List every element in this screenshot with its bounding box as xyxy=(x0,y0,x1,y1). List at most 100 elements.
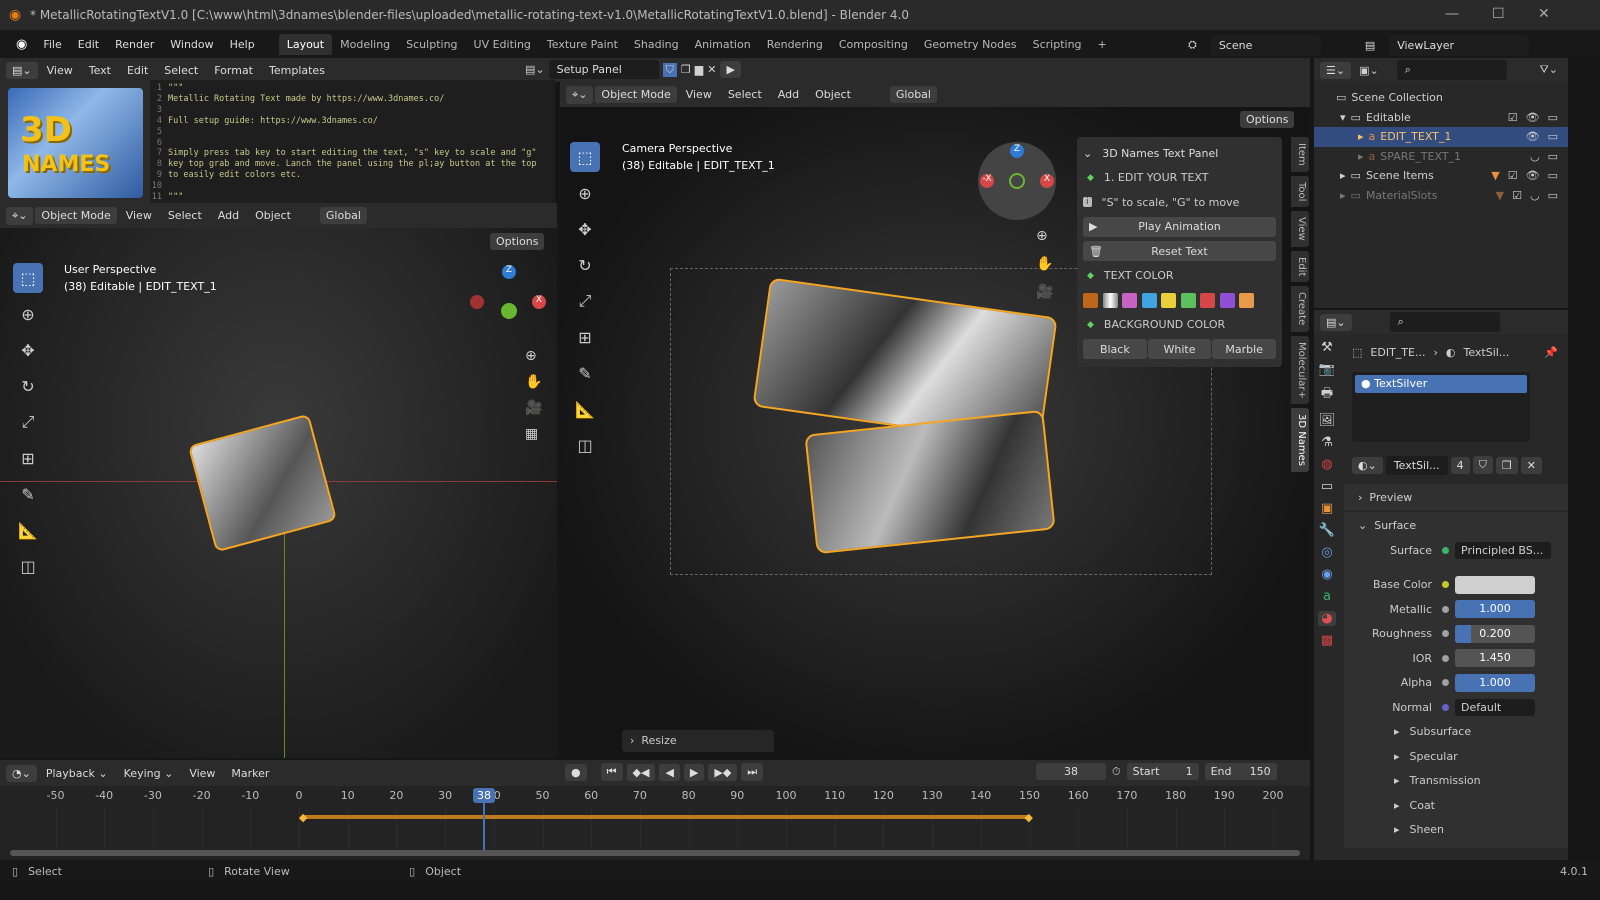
transform-tool[interactable]: ⊞ xyxy=(13,443,43,473)
text-line[interactable]: 7 Simply press tab key to start editing t… xyxy=(150,148,555,159)
camera-view-icon[interactable]: 🎥 xyxy=(1036,284,1053,300)
text-object-selected[interactable] xyxy=(187,413,338,553)
color-swatch[interactable] xyxy=(1083,292,1098,308)
vp-menu-object[interactable]: Object xyxy=(248,206,298,225)
browse-material-button[interactable]: ◐⌄ xyxy=(1352,456,1383,474)
rotate-tool[interactable]: ↻ xyxy=(13,371,43,401)
tab-molecular[interactable]: Molecular+ xyxy=(1291,335,1309,405)
zoom-icon[interactable]: ⊕ xyxy=(1036,228,1053,244)
mode-selector[interactable]: Object Mode xyxy=(595,86,677,103)
tab-rendering[interactable]: Rendering xyxy=(759,34,831,55)
navigation-gizmo[interactable]: Z X xyxy=(470,263,550,343)
monitor-icon[interactable]: ▭ xyxy=(1548,169,1558,182)
run-script-button[interactable]: ▶ xyxy=(720,61,741,78)
data-tab-icon[interactable]: a xyxy=(1323,589,1331,604)
material-slots-list[interactable]: ● TextSilver xyxy=(1352,372,1530,442)
text-menu-text[interactable]: Text xyxy=(82,61,118,80)
scale-tool[interactable]: ⤢ xyxy=(13,407,43,437)
material-name-field[interactable]: TextSil... xyxy=(1385,455,1448,475)
text-line[interactable]: 3 xyxy=(150,105,555,116)
add-workspace-button[interactable]: + xyxy=(1090,34,1115,55)
eye-closed-icon[interactable]: ◡ xyxy=(1530,189,1540,202)
material-slot-selected[interactable]: ● TextSilver xyxy=(1355,375,1527,393)
select-box-tool[interactable]: ⬚ xyxy=(570,142,600,172)
fake-user-icon[interactable]: ⛉ xyxy=(662,62,677,77)
tab-scripting[interactable]: Scripting xyxy=(1025,34,1090,55)
monitor-icon[interactable]: ▭ xyxy=(1548,130,1558,143)
menu-window[interactable]: Window xyxy=(162,34,221,55)
bg-black-button[interactable]: Black xyxy=(1083,339,1147,360)
tab-layout[interactable]: Layout xyxy=(278,33,333,55)
grid-ortho-icon[interactable]: ▦ xyxy=(525,426,542,442)
add-cube-tool[interactable]: ◫ xyxy=(570,430,600,460)
checkbox-icon[interactable]: ☑ xyxy=(1508,111,1518,124)
mode-selector[interactable]: Object Mode xyxy=(35,207,117,224)
text-editor-content[interactable]: 1 """ 2 Metallic Rotating Text made by http… xyxy=(150,80,555,203)
metallic-slider[interactable]: 1.000 xyxy=(1455,600,1535,619)
vp-menu-select[interactable]: Select xyxy=(161,206,209,225)
new-text-icon[interactable]: ❐ xyxy=(681,63,691,76)
object-tab-icon[interactable]: ▣ xyxy=(1321,501,1333,516)
user-perspective-viewport[interactable]: ⌖⌄ Object Mode View Select Add Object Gl… xyxy=(0,203,557,758)
text-line[interactable]: 11 """ xyxy=(150,192,555,203)
add-cube-tool[interactable]: ◫ xyxy=(13,551,43,581)
outliner-item-selected[interactable]: ▸ a EDIT_TEXT_1 👁 ▭ xyxy=(1314,127,1568,147)
tab-item[interactable]: Item xyxy=(1291,137,1309,172)
editor-type-button[interactable]: ▤⌄ xyxy=(1320,313,1352,331)
alpha-slider[interactable]: 1.000 xyxy=(1455,673,1535,692)
keyframe-diamond[interactable]: ◆ xyxy=(1025,811,1033,824)
users-count[interactable]: 4 xyxy=(1450,456,1470,474)
measure-tool[interactable]: 📐 xyxy=(570,394,600,424)
monitor-icon[interactable]: ▭ xyxy=(1548,111,1558,124)
bg-white-button[interactable]: White xyxy=(1147,339,1212,360)
text-menu-select[interactable]: Select xyxy=(157,61,205,80)
tab-texture-paint[interactable]: Texture Paint xyxy=(539,34,626,55)
text-object-bottom[interactable] xyxy=(804,409,1056,555)
outliner-scene-collection[interactable]: ▭ Scene Collection xyxy=(1314,88,1568,108)
text-line[interactable]: 4 Full setup guide: https://www.3dnames.c… xyxy=(150,116,555,127)
text-line[interactable]: 5 xyxy=(150,127,555,138)
zoom-icon[interactable]: ⊕ xyxy=(525,348,542,364)
tab-sculpting[interactable]: Sculpting xyxy=(398,34,465,55)
color-swatch[interactable] xyxy=(1102,292,1118,308)
outliner-item[interactable]: ▸ ▭ Scene Items ▼ ☑ 👁 ▭ xyxy=(1314,166,1568,186)
output-tab-icon[interactable]: 🖶 xyxy=(1321,384,1333,406)
color-swatch[interactable] xyxy=(1141,292,1157,308)
text-menu-view[interactable]: View xyxy=(40,61,80,80)
menu-render[interactable]: Render xyxy=(107,34,162,55)
duplicate-material-icon[interactable]: ❐ xyxy=(1495,456,1518,474)
camera-view-icon[interactable]: 🎥 xyxy=(525,400,542,416)
color-swatch[interactable] xyxy=(1161,292,1176,308)
reset-text-button[interactable]: 🗑 Reset Text xyxy=(1083,241,1276,262)
tool-tab-icon[interactable]: ⚒ xyxy=(1321,340,1333,355)
outliner-search[interactable]: ⌕ xyxy=(1396,60,1507,80)
cursor-tool[interactable]: ⊕ xyxy=(13,299,43,329)
editor-type-button[interactable]: ▤⌄ xyxy=(6,61,38,79)
eye-closed-icon[interactable]: ◡ xyxy=(1530,150,1540,163)
navigation-gizmo[interactable]: Z X -X xyxy=(978,142,1056,220)
move-tool[interactable]: ✥ xyxy=(570,214,600,244)
minimize-button[interactable]: — xyxy=(1445,6,1459,22)
tab-modeling[interactable]: Modeling xyxy=(332,34,398,55)
transform-tool[interactable]: ⊞ xyxy=(570,322,600,352)
color-swatch[interactable] xyxy=(1239,292,1254,308)
preview-panel[interactable]: › Preview xyxy=(1344,484,1568,510)
tab-tool[interactable]: Tool xyxy=(1291,175,1309,208)
color-swatch[interactable] xyxy=(1122,292,1137,308)
tab-compositing[interactable]: Compositing xyxy=(831,34,916,55)
vp-menu-add[interactable]: Add xyxy=(771,85,806,104)
tab-shading[interactable]: Shading xyxy=(626,34,687,55)
tab-3d-names[interactable]: 3D Names xyxy=(1291,408,1309,473)
blender-menu-icon[interactable]: ◉ xyxy=(8,33,35,56)
timeline-scrollbar[interactable] xyxy=(10,850,1300,856)
checkbox-icon[interactable]: ☑ xyxy=(1512,189,1522,202)
menu-help[interactable]: Help xyxy=(222,34,263,55)
text-name-field[interactable]: Setup Panel xyxy=(548,60,659,79)
color-swatch[interactable] xyxy=(1200,292,1215,308)
specular-panel[interactable]: ▸ Specular xyxy=(1344,744,1568,769)
physics-tab-icon[interactable]: ◉ xyxy=(1321,567,1332,582)
eye-icon[interactable]: 👁 xyxy=(1526,111,1540,124)
unlink-text-icon[interactable]: ✕ xyxy=(707,63,716,76)
text-line[interactable]: 8 key top grab and move. Lanch the panel … xyxy=(150,159,555,170)
texture-tab-icon[interactable]: ▩ xyxy=(1321,633,1333,648)
